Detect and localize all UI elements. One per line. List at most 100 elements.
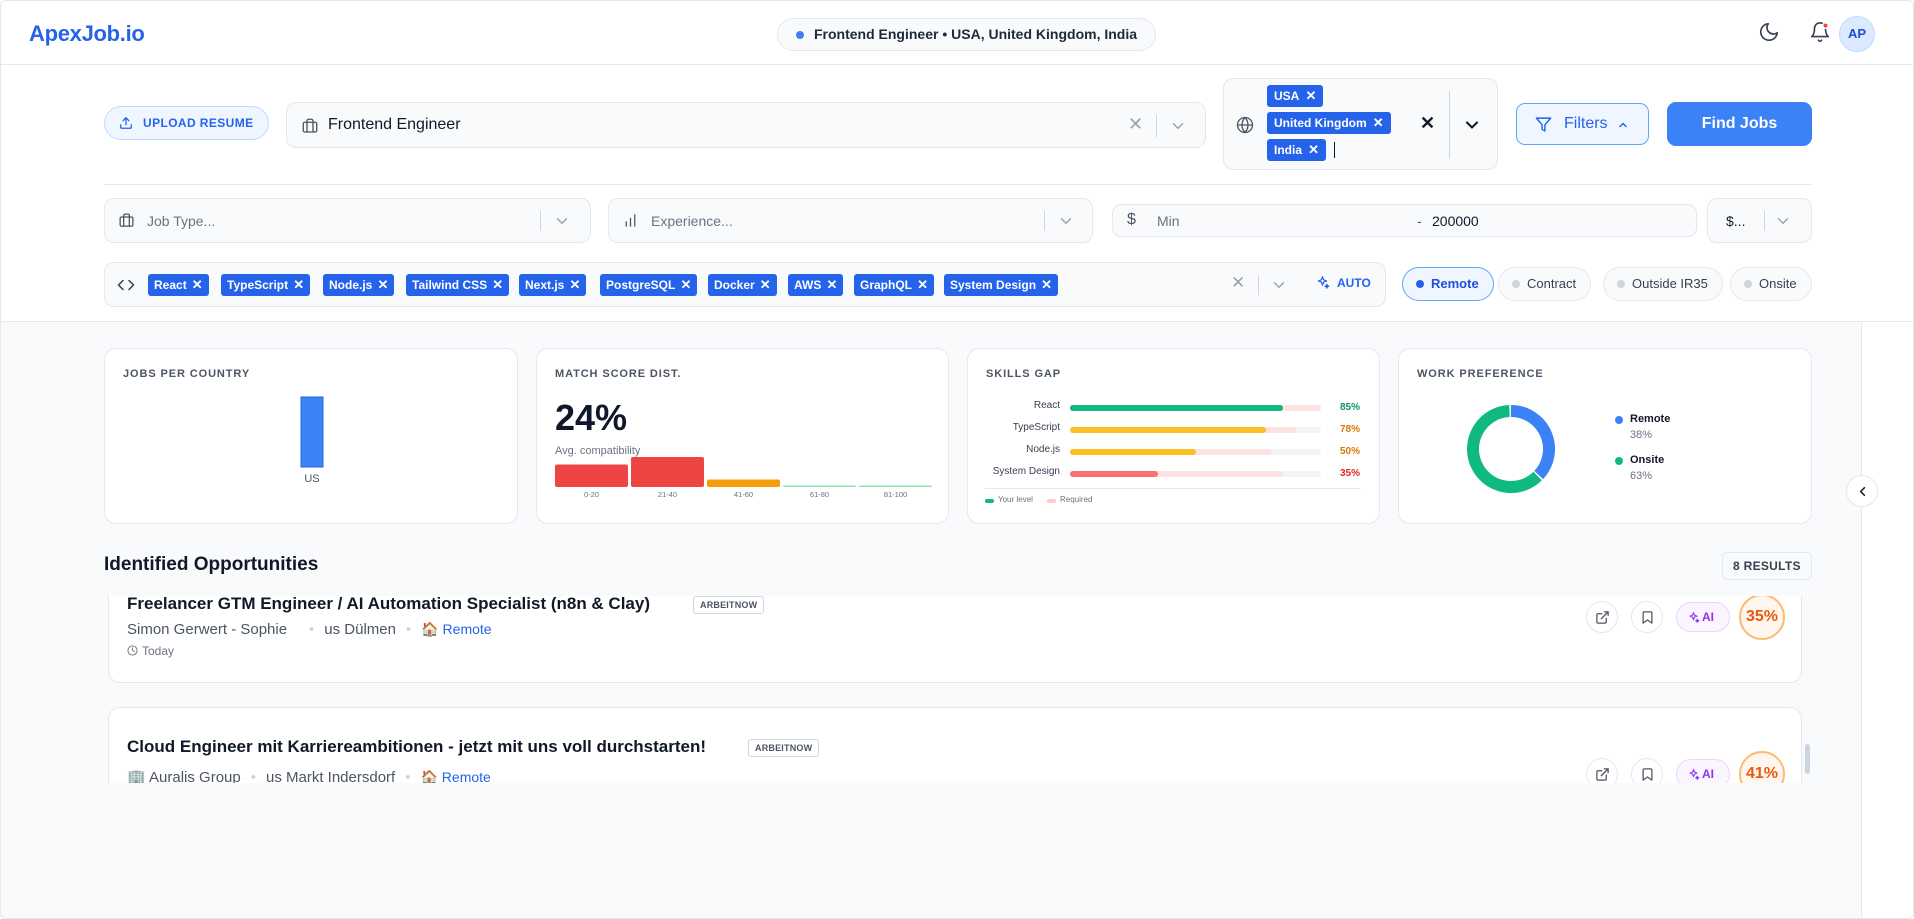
clear-countries-icon[interactable]: ✕ bbox=[1420, 113, 1435, 134]
remove-chip-icon[interactable]: ✕ bbox=[1308, 139, 1319, 161]
country-multiselect[interactable]: USA ✕ United Kingdom ✕ India ✕ ✕ bbox=[1223, 78, 1498, 170]
salary-min-input[interactable]: Min bbox=[1157, 213, 1180, 229]
histogram-bar bbox=[783, 485, 856, 487]
pref-onsite[interactable]: Onsite bbox=[1730, 267, 1812, 301]
experience-select[interactable]: Experience... bbox=[608, 198, 1093, 243]
job-list[interactable]: Freelancer GTM Engineer / AI Automation … bbox=[104, 596, 1812, 783]
skill-chip-label: Docker bbox=[714, 278, 755, 292]
chevron-down-icon[interactable] bbox=[1270, 276, 1288, 294]
radio-dot bbox=[1416, 280, 1424, 288]
country-chip[interactable]: USA ✕ bbox=[1267, 85, 1324, 107]
bookmark-button[interactable] bbox=[1631, 758, 1663, 783]
auto-skills-button[interactable]: AUTO bbox=[1315, 276, 1371, 290]
salary-max-input[interactable]: 200000 bbox=[1432, 213, 1479, 229]
job-type-select[interactable]: Job Type... bbox=[104, 198, 591, 243]
moon-icon[interactable] bbox=[1758, 21, 1782, 45]
remove-chip-icon[interactable]: ✕ bbox=[1373, 112, 1384, 134]
divider bbox=[104, 184, 1812, 185]
job-title[interactable]: Cloud Engineer mit Karriereambitionen - … bbox=[127, 737, 706, 757]
skill-chip[interactable]: AWS ✕ bbox=[788, 274, 844, 296]
clear-role-icon[interactable]: ✕ bbox=[1128, 114, 1143, 135]
remove-chip-icon[interactable]: ✕ bbox=[1305, 85, 1316, 107]
field-separator bbox=[1764, 211, 1765, 231]
country-chip-label: India bbox=[1274, 143, 1303, 157]
skill-gap-level-bar bbox=[1070, 449, 1196, 455]
skill-chip[interactable]: Node.js ✕ bbox=[323, 274, 395, 296]
remote-badge: 🏠 Remote bbox=[420, 769, 491, 783]
skill-chip[interactable]: Tailwind CSS ✕ bbox=[406, 274, 510, 296]
country-chip[interactable]: India ✕ bbox=[1267, 139, 1327, 161]
skill-chip-label: GraphQL bbox=[860, 278, 913, 292]
bookmark-button[interactable] bbox=[1631, 601, 1663, 633]
open-link-button[interactable] bbox=[1586, 601, 1618, 633]
pref-remote[interactable]: Remote bbox=[1402, 267, 1494, 301]
skill-chip[interactable]: System Design ✕ bbox=[944, 274, 1059, 296]
open-link-button[interactable] bbox=[1586, 758, 1618, 783]
skill-chip-label: System Design bbox=[950, 278, 1037, 292]
job-card[interactable]: Cloud Engineer mit Karriereambitionen - … bbox=[108, 707, 1802, 783]
skill-chip-label: TypeScript bbox=[227, 278, 289, 292]
remove-chip-icon[interactable]: ✕ bbox=[826, 274, 837, 296]
skills-multiselect[interactable]: React ✕ TypeScript ✕ Node.js ✕ Tailwind CSS… bbox=[104, 262, 1386, 307]
skill-gap-label: React bbox=[1033, 400, 1060, 411]
remove-chip-icon[interactable]: ✕ bbox=[492, 274, 503, 296]
pref-contract[interactable]: Contract bbox=[1498, 267, 1592, 301]
search-context-label: Frontend Engineer • USA, United Kingdom,… bbox=[814, 26, 1138, 42]
chevron-down-icon[interactable] bbox=[553, 212, 571, 230]
collapse-panel-button[interactable] bbox=[1846, 475, 1878, 507]
job-meta: 🏢 Auralis Group • us Markt Indersdorf • 🏠 Re… bbox=[127, 768, 491, 783]
skill-chip[interactable]: GraphQL ✕ bbox=[854, 274, 935, 296]
job-title[interactable]: Freelancer GTM Engineer / AI Automation … bbox=[127, 596, 650, 614]
remove-chip-icon[interactable]: ✕ bbox=[293, 274, 304, 296]
country-chip[interactable]: United Kingdom ✕ bbox=[1267, 112, 1391, 134]
salary-range-field[interactable]: $ Min - 200000 bbox=[1112, 204, 1697, 237]
results-count-badge: 8 RESULTS bbox=[1722, 552, 1812, 580]
remove-chip-icon[interactable]: ✕ bbox=[377, 274, 388, 296]
skill-chip[interactable]: PostgreSQL ✕ bbox=[600, 274, 698, 296]
company-name: 🏢 Auralis Group bbox=[127, 769, 241, 783]
role-input[interactable]: Frontend Engineer ✕ bbox=[286, 102, 1206, 148]
chevron-down-icon[interactable] bbox=[1169, 117, 1187, 135]
skill-chip[interactable]: React ✕ bbox=[148, 274, 209, 296]
source-tag: ARBEITNOW bbox=[693, 596, 765, 614]
skill-chip[interactable]: TypeScript ✕ bbox=[221, 274, 311, 296]
ai-analyze-button[interactable]: AI bbox=[1676, 759, 1730, 783]
logo[interactable]: ApexJob.io bbox=[29, 21, 145, 47]
skill-chip-label: Next.js bbox=[525, 278, 565, 292]
skill-chip-label: PostgreSQL bbox=[606, 278, 676, 292]
scrollbar-thumb[interactable] bbox=[1805, 744, 1810, 774]
remove-chip-icon[interactable]: ✕ bbox=[760, 274, 771, 296]
find-jobs-button[interactable]: Find Jobs bbox=[1667, 102, 1812, 146]
remove-chip-icon[interactable]: ✕ bbox=[680, 274, 691, 296]
job-card[interactable]: Freelancer GTM Engineer / AI Automation … bbox=[108, 596, 1802, 683]
search-context-pill[interactable]: Frontend Engineer • USA, United Kingdom,… bbox=[777, 18, 1157, 51]
histogram-bar bbox=[707, 479, 780, 487]
histogram-bar bbox=[555, 464, 628, 487]
ai-label: AI bbox=[1702, 767, 1714, 781]
upload-resume-button[interactable]: UPLOAD RESUME bbox=[104, 106, 269, 140]
skill-chip-label: React bbox=[154, 278, 187, 292]
ai-analyze-button[interactable]: AI bbox=[1676, 602, 1730, 632]
remove-chip-icon[interactable]: ✕ bbox=[1041, 274, 1052, 296]
remove-chip-icon[interactable]: ✕ bbox=[192, 274, 203, 296]
clear-skills-icon[interactable]: ✕ bbox=[1231, 273, 1245, 293]
status-dot bbox=[796, 31, 804, 39]
histogram-tick-label: 41-60 bbox=[734, 490, 753, 499]
chevron-down-icon[interactable] bbox=[1462, 115, 1482, 135]
skill-chip[interactable]: Docker ✕ bbox=[708, 274, 777, 296]
pref-outside-ir35[interactable]: Outside IR35 bbox=[1603, 267, 1723, 301]
skill-chip[interactable]: Next.js ✕ bbox=[519, 274, 587, 296]
country-bar bbox=[300, 396, 324, 468]
code-icon bbox=[117, 279, 135, 291]
remove-chip-icon[interactable]: ✕ bbox=[569, 274, 580, 296]
chevron-down-icon[interactable] bbox=[1774, 212, 1792, 230]
remove-chip-icon[interactable]: ✕ bbox=[917, 274, 928, 296]
avatar[interactable]: AP bbox=[1839, 16, 1875, 52]
pref-label: Remote bbox=[1431, 276, 1479, 291]
currency-select[interactable]: $... bbox=[1707, 198, 1812, 243]
skill-gap-label: Node.js bbox=[1026, 444, 1060, 455]
chevron-down-icon[interactable] bbox=[1057, 212, 1075, 230]
radio-dot bbox=[1512, 280, 1520, 288]
filters-button[interactable]: Filters bbox=[1516, 103, 1649, 145]
bell-icon[interactable] bbox=[1809, 21, 1833, 45]
